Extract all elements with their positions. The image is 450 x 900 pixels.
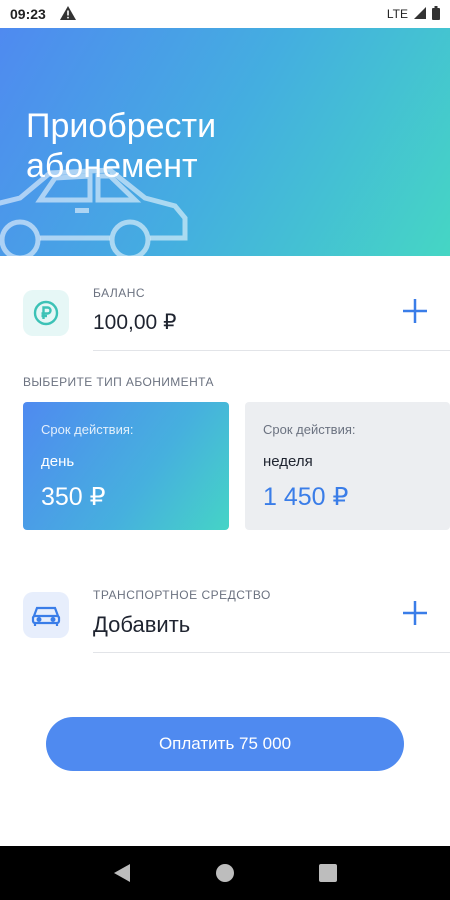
subscription-section-label: ВЫБЕРИТЕ ТИП АБОНИМЕНТА <box>23 375 214 389</box>
balance-row[interactable]: БАЛАНС 100,00 ₽ <box>0 286 450 360</box>
signal-icon <box>414 6 426 22</box>
card-price: 1 450 ₽ <box>263 483 349 511</box>
hero-header: Приобрести абонемент <box>0 28 450 256</box>
balance-value: 100,00 ₽ <box>93 311 177 334</box>
divider <box>93 350 450 351</box>
navigation-bar <box>0 846 450 900</box>
ruble-icon <box>33 300 59 326</box>
warning-icon <box>59 5 76 23</box>
add-balance-button[interactable] <box>402 298 428 324</box>
add-vehicle-button[interactable] <box>402 600 428 626</box>
card-period: день <box>41 453 75 470</box>
status-time: 09:23 <box>10 6 46 22</box>
status-bar: 09:23 LTE <box>0 0 450 28</box>
pay-button[interactable]: Оплатить 75 000 <box>46 717 404 771</box>
ruble-icon-box <box>23 290 69 336</box>
network-label: LTE <box>386 7 408 21</box>
vehicle-row[interactable]: ТРАНСПОРТНОЕ СРЕДСТВО Добавить <box>0 588 450 662</box>
card-caption: Срок действия: <box>263 422 356 437</box>
back-icon[interactable] <box>112 863 132 883</box>
divider <box>93 652 450 653</box>
car-icon-box <box>23 592 69 638</box>
recents-icon[interactable] <box>318 863 338 883</box>
subscription-card-day[interactable]: Срок действия: день 350 ₽ <box>23 402 229 530</box>
home-icon[interactable] <box>215 863 235 883</box>
car-icon <box>31 606 61 626</box>
card-caption: Срок действия: <box>41 422 134 437</box>
subscription-card-week[interactable]: Срок действия: неделя 1 450 ₽ <box>245 402 450 530</box>
page-title: Приобрести абонемент <box>26 107 217 185</box>
card-period: неделя <box>263 453 313 470</box>
balance-caption: БАЛАНС <box>93 286 146 300</box>
battery-icon <box>432 5 440 23</box>
vehicle-caption: ТРАНСПОРТНОЕ СРЕДСТВО <box>93 588 271 602</box>
vehicle-value: Добавить <box>93 612 191 637</box>
card-price: 350 ₽ <box>41 483 106 511</box>
